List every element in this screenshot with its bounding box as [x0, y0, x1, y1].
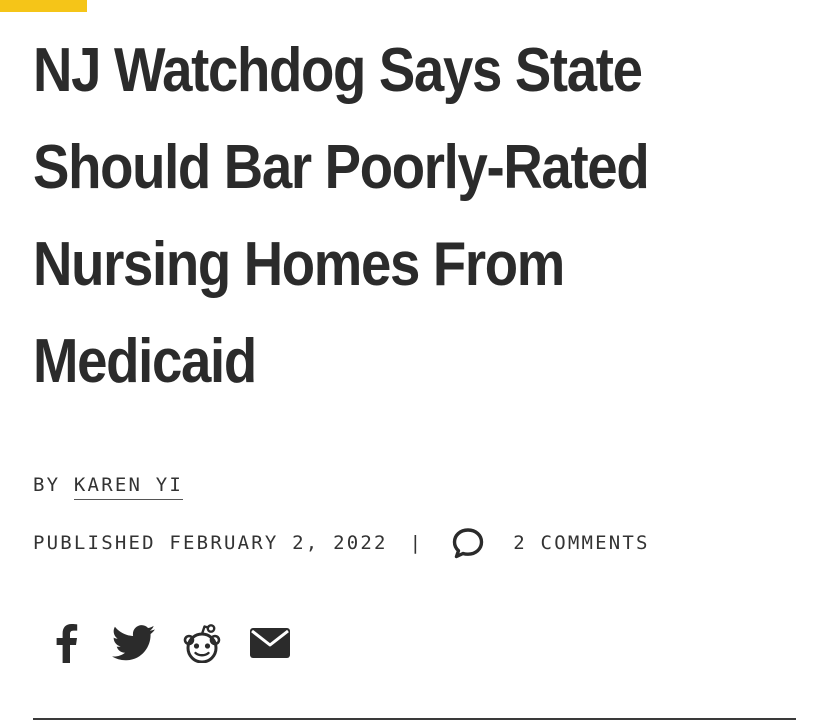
facebook-icon[interactable]	[42, 620, 90, 666]
published-info: PUBLISHED FEBRUARY 2, 2022 | 2 COMMENTS	[33, 526, 650, 560]
published-label: PUBLISHED	[33, 532, 156, 554]
share-bar	[42, 620, 314, 666]
content-divider	[33, 718, 796, 720]
headline-line: Should Bar Poorly-Rated	[33, 133, 650, 202]
comment-bubble-icon[interactable]	[451, 526, 485, 560]
author-link[interactable]: KAREN YI	[73, 474, 184, 500]
meta-separator: |	[409, 532, 424, 554]
email-icon[interactable]	[246, 620, 294, 666]
headline-line: Nursing Homes From	[33, 230, 565, 299]
reddit-icon[interactable]	[178, 620, 226, 666]
twitter-icon[interactable]	[110, 620, 158, 666]
byline: BY KAREN YI	[33, 474, 184, 500]
section-accent-bar	[0, 0, 87, 12]
headline-line: Medicaid	[33, 327, 257, 396]
headline-line: NJ Watchdog Says State	[33, 36, 643, 105]
article-headline: NJ Watchdog Says State Should Bar Poorly…	[33, 22, 711, 410]
comments-link[interactable]: 2 COMMENTS	[513, 532, 649, 554]
published-date: FEBRUARY 2, 2022	[169, 532, 388, 554]
byline-prefix: BY	[33, 474, 61, 496]
